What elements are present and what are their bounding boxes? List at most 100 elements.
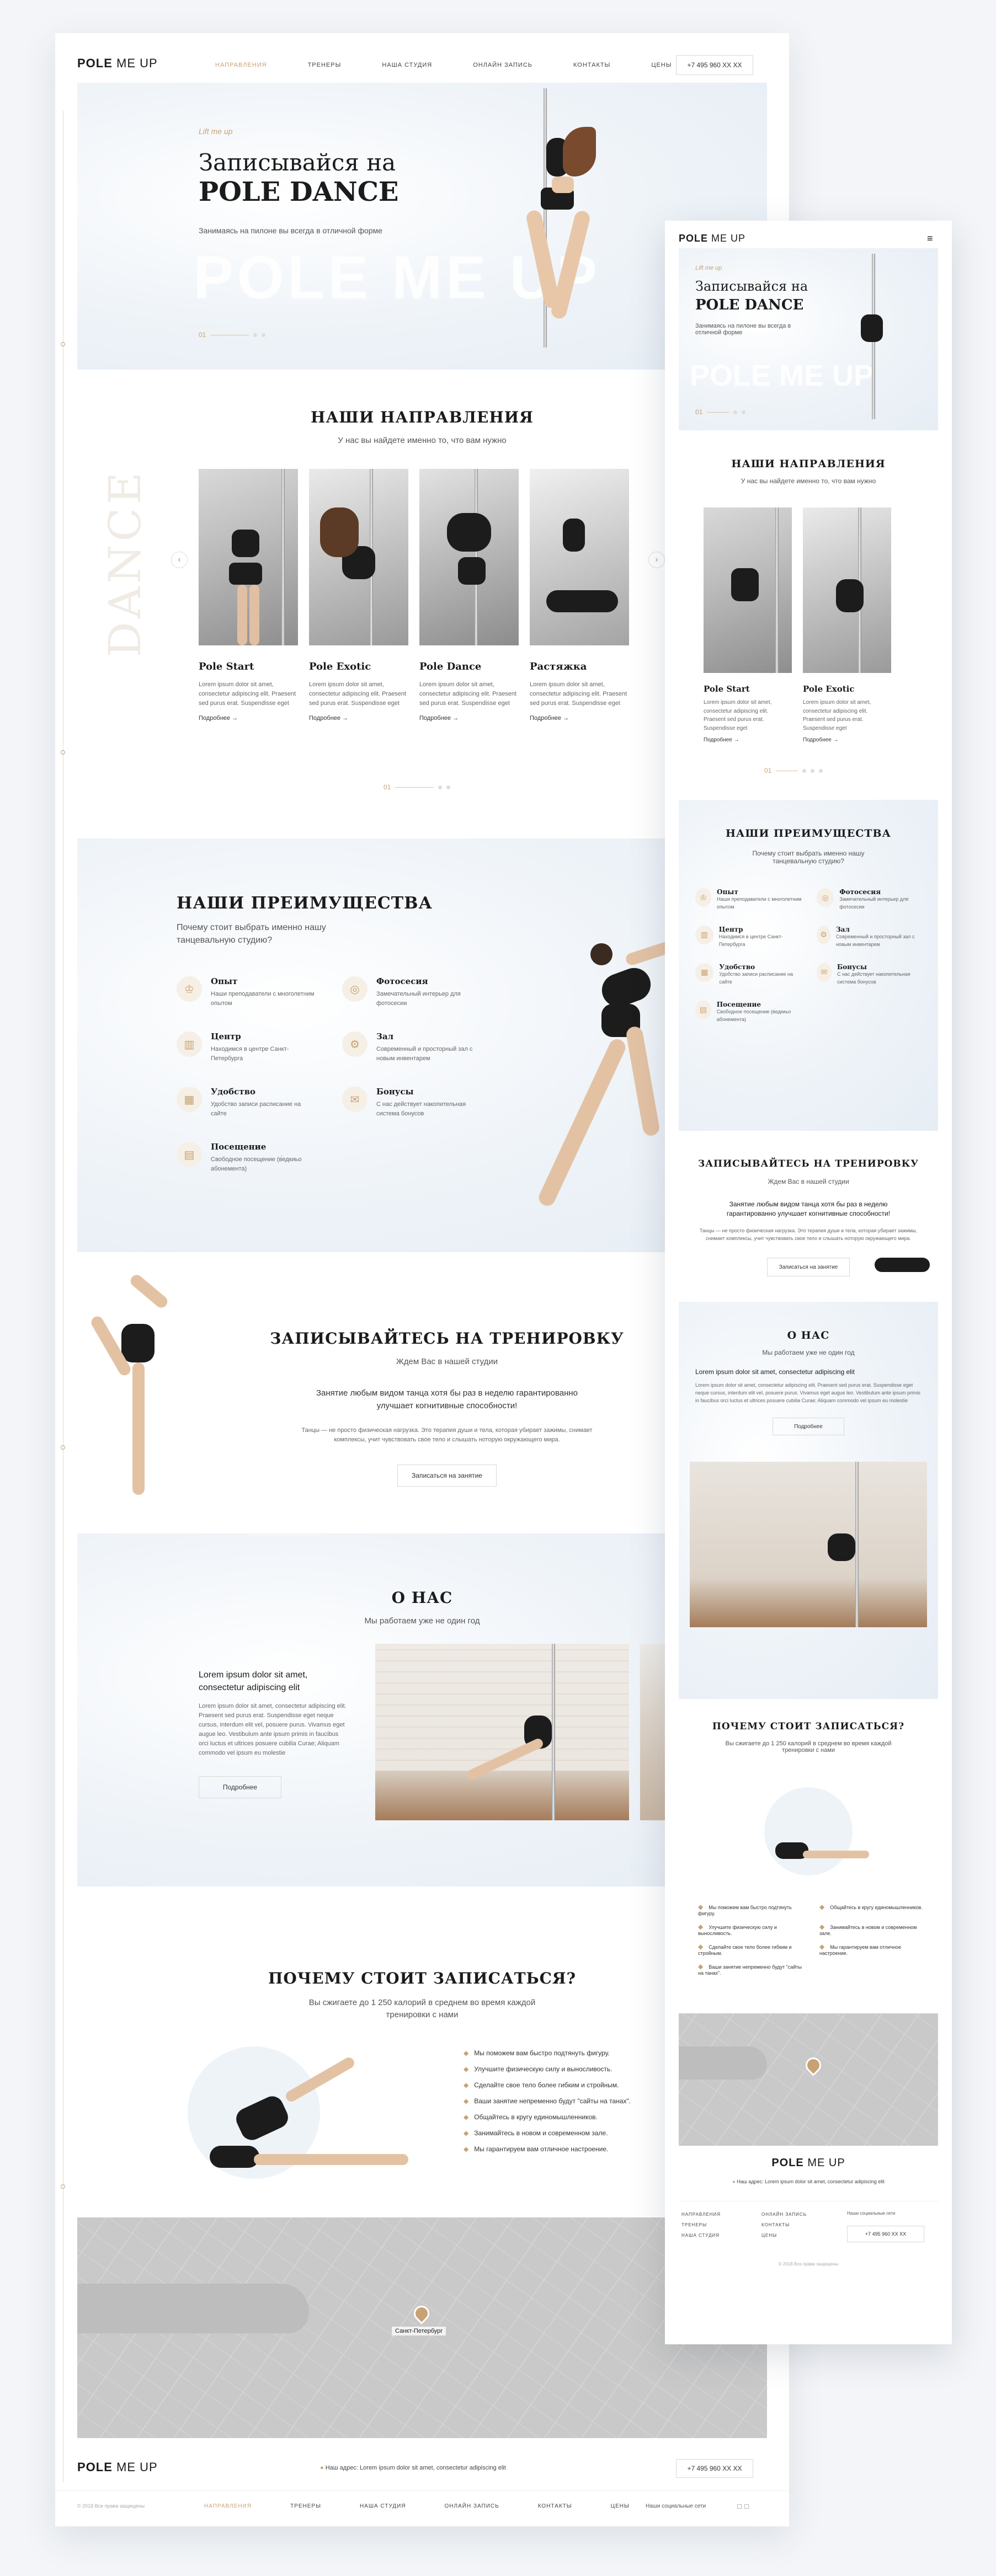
about-studio-photo <box>375 1644 629 1820</box>
advantage-item: ▦ Удобство Удобство записи расписание на… <box>177 1087 320 1119</box>
footer-nav-contacts[interactable]: КОНТАКТЫ <box>538 2503 572 2509</box>
card-title: Pole Exotic <box>309 661 371 672</box>
card-more-link[interactable]: Подробнее → <box>803 737 891 743</box>
footer-copyright: © 2018 Все права защищены <box>77 2503 145 2509</box>
card-more-link[interactable]: Подробнее → <box>419 715 519 722</box>
mobile-footer-nav-item[interactable]: НАША СТУДИЯ <box>681 2233 750 2238</box>
footer-nav-online[interactable]: ОНЛАЙН ЗАПИСЬ <box>445 2503 499 2509</box>
footer-logo[interactable]: POLE ME UP <box>77 2460 158 2475</box>
pager-dot[interactable] <box>438 785 443 789</box>
pager-dot[interactable] <box>262 333 266 337</box>
direction-card[interactable]: Pole Dance Lorem ipsum dolor sit amet, c… <box>419 469 519 722</box>
footer-phone-button[interactable]: +7 495 960 XX XX <box>676 2459 753 2478</box>
nav-online[interactable]: ОНЛАЙН ЗАПИСЬ <box>473 62 532 68</box>
mobile-about-subtitle: Мы работаем уже не один год <box>762 1349 855 1356</box>
why-list-item: ◆ Улучшите физическую силу и выносливость… <box>464 2065 612 2073</box>
mobile-map-pin-icon[interactable] <box>802 2054 824 2076</box>
mobile-footer-phone-button[interactable]: +7 495 960 XX XX <box>847 2226 924 2242</box>
mobile-footer-logo[interactable]: POLE ME UP <box>665 2157 952 2169</box>
mobile-footer-nav-item[interactable]: ТРЕНЕРЫ <box>681 2222 750 2227</box>
advantage-title: Посещение <box>211 1142 267 1152</box>
card-image <box>199 469 298 645</box>
card-text: Lorem ipsum dolor sit amet, consectetur … <box>309 681 407 707</box>
card-text: Lorem ipsum dolor sit amet, consectetur … <box>704 699 772 731</box>
trophy-icon: ♔ <box>695 888 712 907</box>
advantage-title: Опыт <box>211 976 238 986</box>
footer-address: ● Наш адрес: Lorem ipsum dolor sit amet,… <box>320 2465 506 2471</box>
desktop-header: POLE ME UP НАПРАВЛЕНИЯ ТРЕНЕРЫ НАША СТУД… <box>55 33 789 83</box>
mobile-advantages: НАШИ ПРЕИМУЩЕСТВА Почему стоит выбрать и… <box>679 800 938 1131</box>
hero-title-line1: Записывайся на <box>199 149 396 176</box>
prev-arrow-icon[interactable]: ‹ <box>171 552 188 568</box>
mobile-direction-card[interactable]: Pole Start Lorem ipsum dolor sit amet, c… <box>704 507 792 743</box>
pager-dot[interactable] <box>446 785 451 789</box>
mobile-about-photo <box>690 1462 927 1627</box>
mobile-signup-subtitle: Ждем Вас в нашей студии <box>768 1178 849 1185</box>
check-icon: ◆ <box>464 2049 469 2057</box>
check-icon: ◆ <box>464 2145 469 2153</box>
footer-nav-trainers[interactable]: ТРЕНЕРЫ <box>290 2503 321 2509</box>
mobile-about-button[interactable]: Подробнее <box>773 1418 844 1435</box>
mobile-footer-address: ● Наш адрес: Lorem ipsum dolor sit amet,… <box>732 2179 885 2184</box>
mobile-about: О НАС Мы работаем уже не один год Lorem … <box>679 1302 938 1699</box>
card-more-link[interactable]: Подробнее → <box>704 737 792 743</box>
check-icon: ◆ <box>464 2097 469 2105</box>
hero-kicker: Lift me up <box>199 127 233 136</box>
advantage-text: Наши преподаватели с многолетним опытом <box>211 991 315 1007</box>
mobile-logo[interactable]: POLE ME UP <box>679 233 745 244</box>
mobile-signup-title: ЗАПИСЫВАЙТЕСЬ НА ТРЕНИРОВКУ <box>697 1158 919 1169</box>
nav-studio[interactable]: НАША СТУДИЯ <box>382 62 432 68</box>
trophy-icon: ♔ <box>177 976 202 1002</box>
footer-nav: НАПРАВЛЕНИЯ ТРЕНЕРЫ НАША СТУДИЯ ОНЛАЙН З… <box>204 2503 630 2509</box>
location-map[interactable]: Санкт-Петербург <box>77 2217 767 2438</box>
card-more-link[interactable]: Подробнее → <box>530 715 629 722</box>
about-more-button[interactable]: Подробнее <box>199 1776 281 1798</box>
nav-trainers[interactable]: ТРЕНЕРЫ <box>308 62 342 68</box>
card-more-link[interactable]: Подробнее → <box>199 715 298 722</box>
signup-subtitle: Ждем Вас в нашей студии <box>396 1357 498 1366</box>
advantage-item: ♔ Опыт Наши преподаватели с многолетним … <box>177 976 320 1008</box>
pager-dot[interactable] <box>253 333 258 337</box>
mobile-footer-nav-item[interactable]: ОНЛАЙН ЗАПИСЬ <box>761 2212 830 2217</box>
why-subtitle: Вы сжигаете до 1 250 калорий в среднем в… <box>308 1998 536 2019</box>
card-more-link[interactable]: Подробнее → <box>309 715 408 722</box>
mobile-footer-nav-item[interactable]: НАПРАВЛЕНИЯ <box>681 2212 750 2217</box>
why-list-item: ◆ Сделайте свое тело более гибким и строй… <box>464 2081 619 2089</box>
card-title: Pole Exotic <box>803 684 855 694</box>
hero-page-num: 01 <box>199 331 206 339</box>
advantage-title: Центр <box>211 1032 241 1042</box>
social-icons[interactable]: ◻ ◻ <box>737 2502 749 2510</box>
signup-title: ЗАПИСЫВАЙТЕСЬ НА ТРЕНИРОВКУ <box>270 1329 624 1348</box>
mobile-direction-card[interactable]: Pole Exotic Lorem ipsum dolor sit amet, … <box>803 507 891 743</box>
calendar-icon: ▦ <box>177 1087 202 1113</box>
direction-card[interactable]: Pole Start Lorem ipsum dolor sit amet, c… <box>199 469 298 722</box>
main-nav: НАПРАВЛЕНИЯ ТРЕНЕРЫ НАША СТУДИЯ ОНЛАЙН З… <box>215 62 672 68</box>
nav-directions[interactable]: НАПРАВЛЕНИЯ <box>215 62 267 68</box>
phone-button[interactable]: +7 495 960 XX XX <box>676 55 753 75</box>
mobile-about-title: О НАС <box>787 1329 830 1342</box>
signup-button[interactable]: Записаться на занятие <box>397 1465 497 1487</box>
direction-card[interactable]: Pole Exotic Lorem ipsum dolor sit amet, … <box>309 469 408 722</box>
nav-contacts[interactable]: КОНТАКТЫ <box>573 62 610 68</box>
mobile-footer-social-label: Наши социальные сети <box>847 2211 896 2216</box>
mobile-directions-title: НАШИ НАПРАВЛЕНИЯ <box>731 458 886 470</box>
footer-nav-directions[interactable]: НАПРАВЛЕНИЯ <box>204 2503 252 2509</box>
hamburger-menu-icon[interactable]: ≡ <box>927 233 933 244</box>
gift-icon: ✉ <box>342 1087 367 1113</box>
mobile-location-map[interactable] <box>679 2013 938 2146</box>
next-arrow-icon[interactable]: › <box>648 552 665 568</box>
map-pin-icon[interactable] <box>411 2302 433 2324</box>
mobile-signup-button[interactable]: Записаться на занятие <box>767 1258 850 1276</box>
footer-nav-prices[interactable]: ЦЕНЫ <box>611 2503 630 2509</box>
logo[interactable]: POLE ME UP <box>77 56 158 71</box>
advantage-item: ✉ Бонусы С нас действует накопительная с… <box>342 1087 486 1119</box>
mobile-advantages-grid: ♔ Опыт Наши преподаватели с многолетним оп… <box>695 888 927 1024</box>
advantage-text: Находимся в центре Санкт-Петербурга <box>211 1046 289 1062</box>
nav-prices[interactable]: ЦЕНЫ <box>651 62 672 68</box>
mobile-footer-nav-item[interactable]: КОНТАКТЫ <box>761 2222 830 2227</box>
footer-nav-studio[interactable]: НАША СТУДИЯ <box>360 2503 406 2509</box>
mobile-about-lead: Lorem ipsum dolor sit amet, consectetur … <box>695 1368 855 1376</box>
direction-card[interactable]: Растяжка Lorem ipsum dolor sit amet, con… <box>530 469 629 722</box>
hero-subtitle: Занимаясь на пилоне вы всегда в отличной… <box>199 226 382 235</box>
mobile-footer-nav-item[interactable]: ЦЕНЫ <box>761 2233 830 2238</box>
